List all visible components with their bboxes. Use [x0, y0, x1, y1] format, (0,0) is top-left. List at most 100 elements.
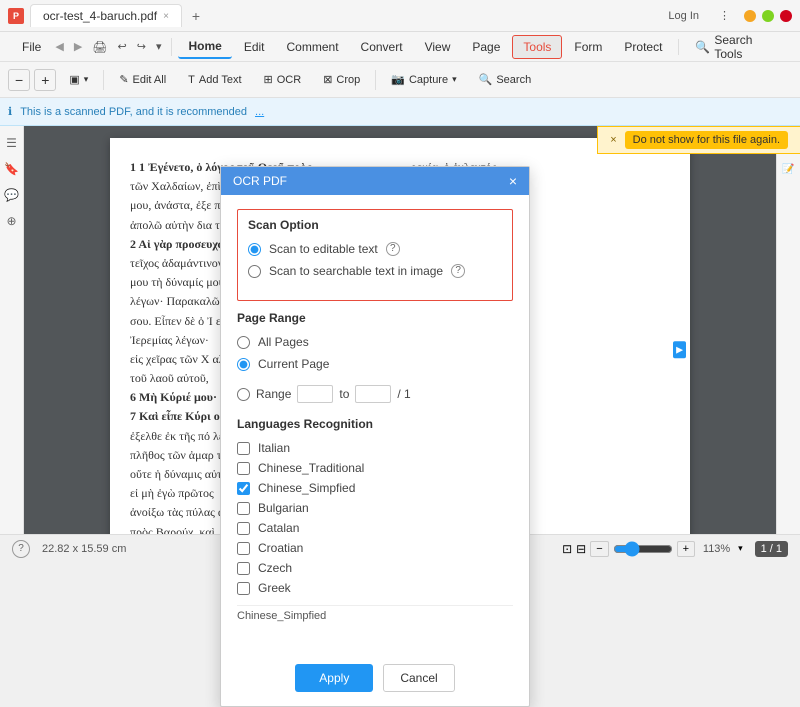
- ocr-dialog-title: OCR PDF: [233, 174, 287, 188]
- scan-searchable-help[interactable]: ?: [451, 264, 465, 278]
- ocr-btn[interactable]: ⊞ OCR: [255, 69, 311, 90]
- lang-croatian-label: Croatian: [258, 541, 303, 555]
- lang-czech-checkbox[interactable]: [237, 562, 250, 575]
- add-tab-btn[interactable]: +: [186, 6, 206, 26]
- lang-greek[interactable]: Greek: [237, 581, 513, 595]
- zoom-slider[interactable]: [613, 541, 673, 557]
- crop-btn[interactable]: ⊠ Crop: [314, 69, 369, 90]
- do-not-show-btn[interactable]: Do not show for this file again.: [625, 131, 788, 149]
- scan-editable-option[interactable]: Scan to editable text ?: [248, 242, 502, 256]
- capture-btn[interactable]: 📷 Capture ▾: [382, 69, 465, 90]
- languages-title: Languages Recognition: [237, 417, 513, 431]
- ocr-notif-close[interactable]: ×: [610, 134, 616, 146]
- zoom-out-btn[interactable]: −: [8, 69, 30, 91]
- lang-croatian-checkbox[interactable]: [237, 542, 250, 555]
- add-text-icon: T: [188, 74, 195, 86]
- scan-editable-help[interactable]: ?: [386, 242, 400, 256]
- menu-icon[interactable]: ⋮: [713, 7, 736, 24]
- all-pages-option[interactable]: All Pages: [237, 335, 513, 349]
- ocr-dialog-close-btn[interactable]: ×: [509, 173, 517, 189]
- minimize-btn[interactable]: [744, 10, 756, 22]
- select-dropdown: ▾: [84, 74, 89, 85]
- menu-search-tools[interactable]: 🔍 Search Tools: [685, 29, 792, 65]
- lang-chinese-traditional-checkbox[interactable]: [237, 462, 250, 475]
- dialog-footer: Apply Cancel: [221, 654, 529, 706]
- zoom-controls: − +: [8, 69, 56, 91]
- search-btn[interactable]: 🔍 Search: [470, 69, 541, 90]
- back-btn[interactable]: ◀: [53, 38, 65, 55]
- tab-close-btn[interactable]: ×: [163, 11, 169, 22]
- dimensions-display: 22.82 x 15.59 cm: [42, 543, 126, 555]
- menu-comment[interactable]: Comment: [277, 36, 349, 58]
- current-page-option[interactable]: Current Page: [237, 357, 513, 371]
- title-bar-actions: Log In ⋮: [662, 7, 736, 24]
- range-radio[interactable]: [237, 388, 250, 401]
- menu-home[interactable]: Home: [178, 35, 231, 59]
- lang-chinese-simpfied[interactable]: Chinese_Simpfied: [237, 481, 513, 495]
- menu-convert[interactable]: Convert: [351, 36, 413, 58]
- menu-tools[interactable]: Tools: [512, 35, 562, 59]
- ocr-file-notification: × Do not show for this file again.: [597, 126, 800, 154]
- maximize-btn[interactable]: [762, 10, 774, 22]
- zoom-plus-btn[interactable]: +: [677, 541, 695, 557]
- scan-searchable-radio[interactable]: [248, 265, 261, 278]
- left-panel-btn-1[interactable]: ☰: [3, 134, 21, 152]
- edit-all-btn[interactable]: ✎ Edit All: [110, 69, 175, 90]
- cancel-btn[interactable]: Cancel: [383, 664, 454, 692]
- all-pages-radio[interactable]: [237, 336, 250, 349]
- lang-greek-checkbox[interactable]: [237, 582, 250, 595]
- menu-page[interactable]: Page: [462, 36, 510, 58]
- active-tab[interactable]: ocr-test_4-baruch.pdf ×: [30, 4, 182, 27]
- search-icon: 🔍: [479, 73, 493, 86]
- zoom-dropdown-btn[interactable]: ▾: [738, 543, 743, 554]
- zoom-page-btn[interactable]: ⊟: [576, 542, 586, 556]
- add-text-btn[interactable]: T Add Text: [179, 70, 250, 90]
- left-panel-btn-3[interactable]: 💬: [3, 186, 21, 204]
- scan-editable-label: Scan to editable text: [269, 242, 378, 256]
- left-panel-btn-4[interactable]: ⊕: [3, 212, 21, 230]
- login-btn[interactable]: Log In: [662, 8, 705, 24]
- select-icon: ▣: [69, 73, 79, 86]
- all-pages-label: All Pages: [258, 335, 309, 349]
- range-label: Range: [256, 387, 291, 401]
- redo-btn[interactable]: ↪: [135, 38, 148, 55]
- left-panel-btn-2[interactable]: 🔖: [3, 160, 21, 178]
- menu-view[interactable]: View: [415, 36, 461, 58]
- apply-btn[interactable]: Apply: [295, 664, 373, 692]
- menu-form[interactable]: Form: [564, 36, 612, 58]
- scan-searchable-option[interactable]: Scan to searchable text in image ?: [248, 264, 502, 278]
- lang-catalan-checkbox[interactable]: [237, 522, 250, 535]
- page-range-radio-group: All Pages Current Page Range to / 1: [237, 335, 513, 403]
- lang-chinese-simpfied-checkbox[interactable]: [237, 482, 250, 495]
- left-panel: ☰ 🔖 💬 ⊕: [0, 126, 24, 534]
- print-btn[interactable]: 🖨: [90, 38, 109, 56]
- lang-italian-checkbox[interactable]: [237, 442, 250, 455]
- zoom-minus-btn[interactable]: −: [590, 541, 608, 557]
- file-menu[interactable]: File: [16, 38, 47, 56]
- undo-btn[interactable]: ↩: [116, 38, 129, 55]
- zoom-fit-btn[interactable]: ⊡: [562, 542, 572, 556]
- zoom-in-btn[interactable]: +: [34, 69, 56, 91]
- notification-link[interactable]: ...: [255, 106, 264, 118]
- lang-catalan[interactable]: Catalan: [237, 521, 513, 535]
- menu-protect[interactable]: Protect: [614, 36, 672, 58]
- menu-edit[interactable]: Edit: [234, 36, 275, 58]
- range-to-input[interactable]: [355, 385, 391, 403]
- lang-czech[interactable]: Czech: [237, 561, 513, 575]
- scan-editable-radio[interactable]: [248, 243, 261, 256]
- current-page-radio[interactable]: [237, 358, 250, 371]
- lang-bulgarian[interactable]: Bulgarian: [237, 501, 513, 515]
- right-panel-btn-2[interactable]: 📝: [780, 160, 798, 178]
- help-btn[interactable]: ?: [12, 540, 30, 558]
- select-tool-btn[interactable]: ▣ ▾: [60, 69, 97, 90]
- lang-croatian[interactable]: Croatian: [237, 541, 513, 555]
- close-btn[interactable]: [780, 10, 792, 22]
- search-tools-icon: 🔍: [695, 40, 710, 54]
- lang-bulgarian-checkbox[interactable]: [237, 502, 250, 515]
- selected-language-display: Chinese_Simpfied: [237, 605, 513, 626]
- lang-chinese-traditional[interactable]: Chinese_Traditional: [237, 461, 513, 475]
- dropdown-btn[interactable]: ▾: [154, 38, 164, 55]
- lang-italian[interactable]: Italian: [237, 441, 513, 455]
- forward-btn[interactable]: ▶: [72, 38, 84, 55]
- range-from-input[interactable]: [297, 385, 333, 403]
